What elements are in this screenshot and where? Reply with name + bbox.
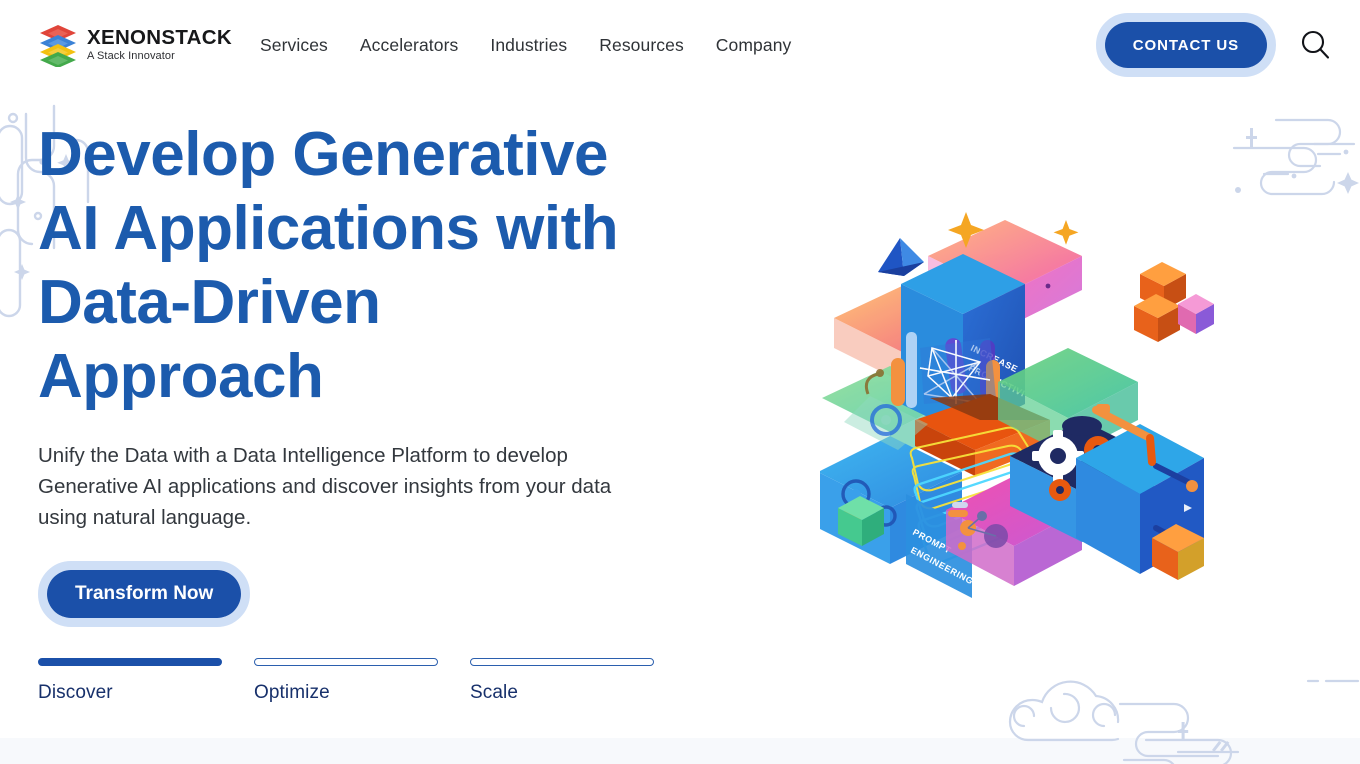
slider-item-discover[interactable]: Discover (38, 658, 222, 704)
contact-us-button[interactable]: CONTACT US (1104, 22, 1267, 68)
slider-label-optimize: Optimize (254, 682, 330, 703)
slider-progress-bar-scale[interactable] (470, 658, 654, 666)
isometric-generative-ai-blocks-illustration: INCREASE PRODUCTIVITY (820, 212, 1214, 598)
nav-item-accelerators[interactable]: Accelerators (360, 35, 458, 56)
logo-title: XENONSTACK (87, 25, 232, 49)
logo-text: XENONSTACK A Stack Innovator (87, 25, 232, 63)
logo[interactable]: XENONSTACK A Stack Innovator (38, 23, 232, 67)
transform-now-halo[interactable]: Transform Now (38, 561, 251, 627)
hero-subtitle: Unify the Data with a Data Intelligence … (38, 444, 612, 529)
header-actions: CONTACT US (1095, 13, 1336, 77)
slider-navigation: Discover Optimize Scale (38, 658, 654, 704)
transform-now-button[interactable]: Transform Now (47, 570, 242, 618)
hero-section: Develop Generative AI Applications with … (38, 118, 698, 627)
slider-label-discover: Discover (38, 682, 113, 703)
hero-title: Develop Generative AI Applications with … (38, 120, 619, 411)
slider-progress-bar-discover[interactable] (38, 658, 222, 666)
contact-us-halo[interactable]: CONTACT US (1095, 13, 1276, 77)
hero-page: XENONSTACK A Stack Innovator Services Ac… (0, 0, 1360, 764)
nav-item-industries[interactable]: Industries (490, 35, 567, 56)
nav-item-company[interactable]: Company (716, 35, 792, 56)
decorative-dashes-icon (1306, 679, 1360, 683)
logo-tagline: A Stack Innovator (87, 50, 175, 63)
main-navigation: Services Accelerators Industries Resourc… (260, 35, 791, 56)
slider-item-scale[interactable]: Scale (470, 658, 654, 704)
stacked-layers-logo-icon (40, 25, 76, 67)
nav-item-resources[interactable]: Resources (599, 35, 684, 56)
search-button[interactable] (1294, 24, 1336, 66)
search-icon (1301, 30, 1330, 59)
bottom-band (0, 738, 1360, 764)
decorative-pipes-topright-icon (1232, 118, 1359, 196)
site-header: XENONSTACK A Stack Innovator Services Ac… (0, 0, 1360, 90)
slider-item-optimize[interactable]: Optimize (254, 658, 438, 704)
slider-label-scale: Scale (470, 682, 519, 703)
nav-item-services[interactable]: Services (260, 35, 328, 56)
slider-progress-bar-optimize[interactable] (254, 658, 438, 666)
